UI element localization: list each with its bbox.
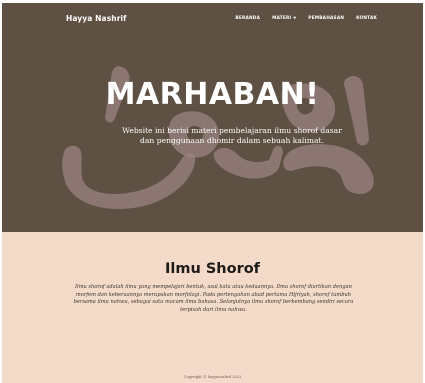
calligraphy-stroke	[62, 145, 196, 210]
brand-logo[interactable]: Hayya Nashrif	[66, 14, 127, 23]
calligraphy-stroke	[213, 145, 283, 179]
nav-item-pembahasan[interactable]: PEMBAHASAN	[308, 16, 344, 21]
hero-subtitle: Website ini berisi materi pembelajaran i…	[122, 126, 342, 146]
nav-item-materi[interactable]: MATERI ▼	[272, 16, 296, 21]
footer-copyright: Copyright © hayyanashrif 2022	[183, 375, 242, 379]
nav-menu: BERANDA MATERI ▼ PEMBAHASAN KONTAK	[235, 16, 377, 21]
calligraphy-stroke	[283, 144, 374, 195]
nav-item-beranda[interactable]: BERANDA	[235, 16, 260, 21]
section-title: Ilmu Shorof	[165, 261, 260, 277]
section-body: Ilmu shorof adalah ilmu yang mempelajari…	[73, 284, 354, 313]
hero-title: MARHABAN!	[105, 77, 320, 112]
hero-section: Hayya Nashrif BERANDA MATERI ▼ PEMBAHASAN…	[2, 3, 423, 232]
navbar: Hayya Nashrif BERANDA MATERI ▼ PEMBAHASAN…	[2, 3, 423, 33]
nav-item-kontak[interactable]: KONTAK	[356, 16, 377, 21]
content-section: Ilmu Shorof Ilmu shorof adalah ilmu yang…	[2, 232, 423, 383]
nav-item-materi-label: MATERI	[272, 16, 292, 21]
page: Hayya Nashrif BERANDA MATERI ▼ PEMBAHASAN…	[0, 0, 425, 383]
chevron-down-icon: ▼	[293, 16, 297, 20]
